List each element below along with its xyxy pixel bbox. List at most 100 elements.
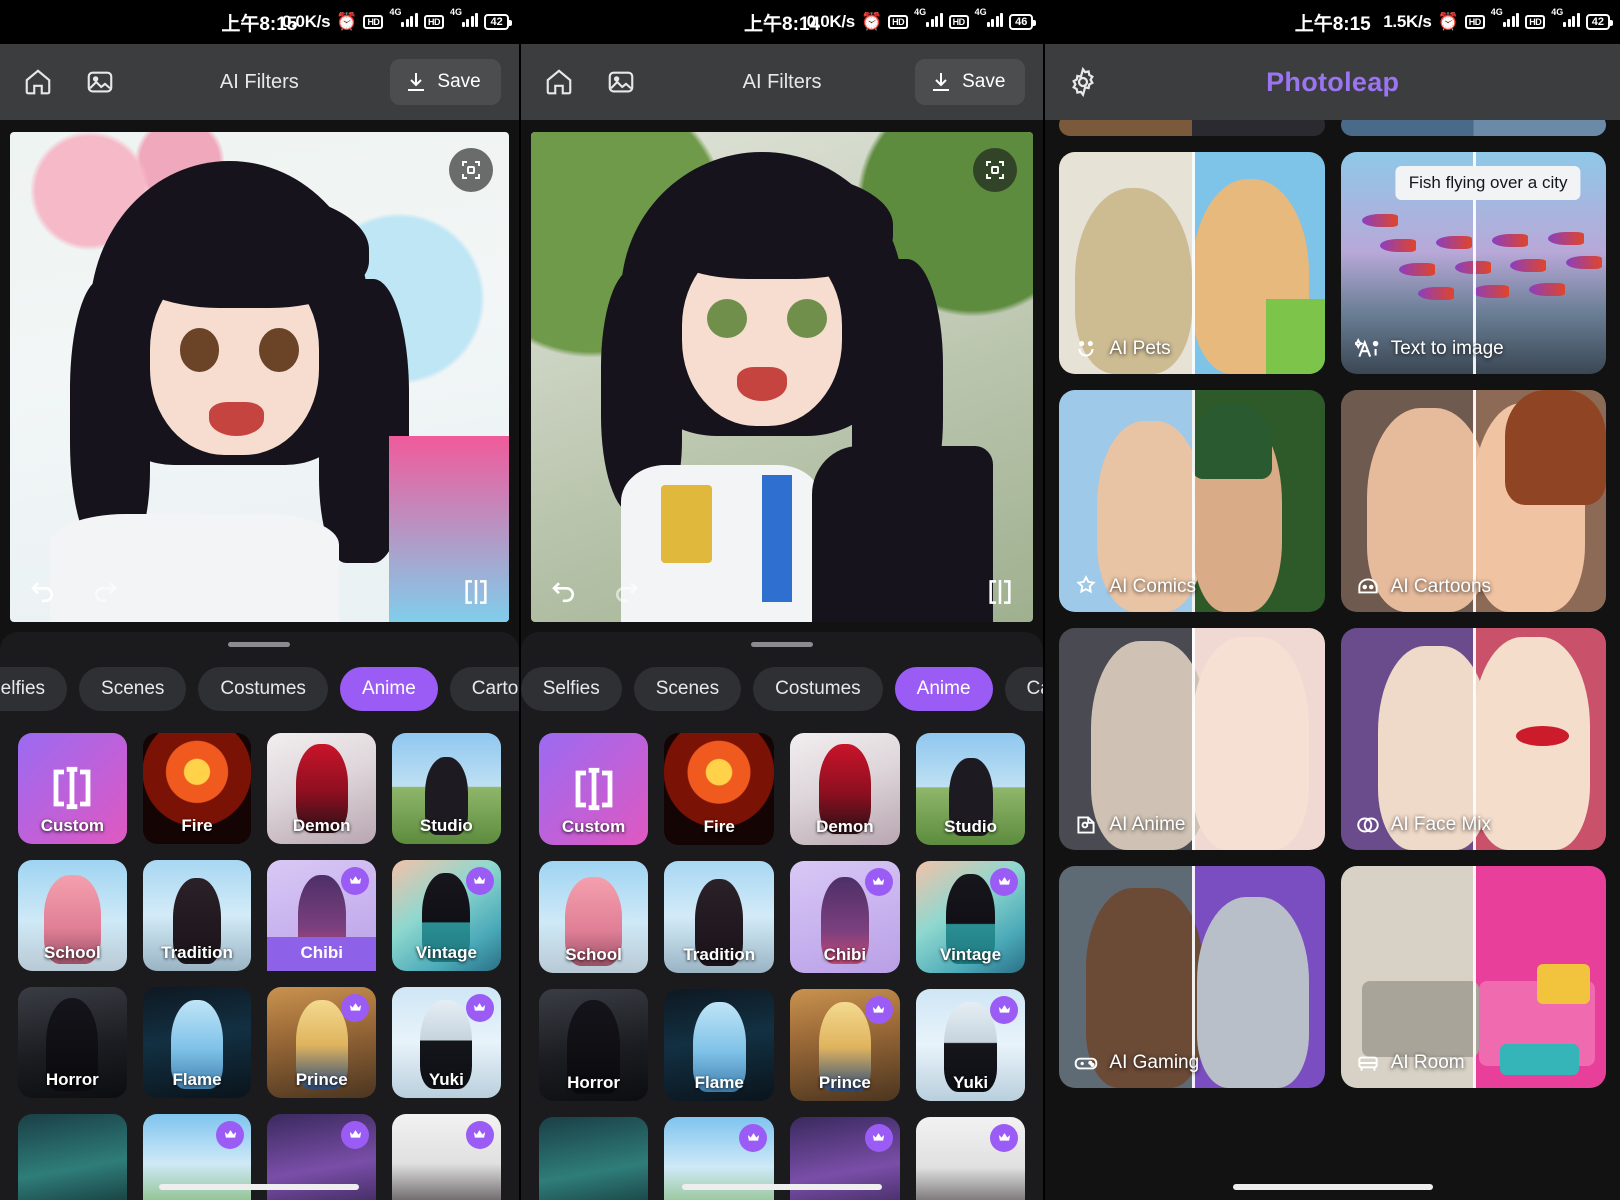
filter-grid-2: Custom Fire Demon Studio School Tradition Chib… — [521, 711, 1044, 1101]
filter-tile-demon[interactable]: Demon — [790, 733, 900, 845]
home-card-ai-comics[interactable]: AI Comics — [1059, 390, 1325, 612]
save-button-label-2: Save — [962, 71, 1006, 92]
photo-canvas-2[interactable] — [530, 132, 1034, 622]
filter-tile-studio[interactable]: Studio — [392, 733, 501, 844]
filter-tile-label: School — [565, 944, 622, 964]
filter-tile-chibi[interactable]: Chibi — [790, 860, 900, 973]
filter-tile-school[interactable]: School — [18, 859, 127, 971]
card-peek-2[interactable] — [1340, 120, 1606, 136]
image-icon-2[interactable] — [601, 62, 641, 102]
home-card-ai-face-mix[interactable]: AI Face Mix — [1340, 628, 1606, 850]
network-speed-3: 1.5K/s — [1383, 12, 1432, 31]
filter-tile-chibi[interactable]: Chibi — [267, 859, 377, 971]
category-tabs-2: Selfies Scenes Costumes Anime Cartoons — [520, 647, 1044, 711]
image-icon[interactable] — [80, 62, 120, 102]
signal-icon-3 — [926, 12, 943, 27]
filter-tile[interactable] — [538, 1116, 649, 1200]
home-card-text-to-image[interactable]: Fish flying over a city Text to image — [1340, 152, 1606, 374]
filter-tile-tradition[interactable]: Tradition — [142, 859, 252, 971]
category-tab-selfies[interactable]: Selfies — [520, 667, 622, 711]
filter-tile-vintage[interactable]: Vintage — [915, 860, 1026, 973]
category-tab-costumes[interactable]: Costumes — [198, 667, 328, 711]
home-card-label-row: AI Room — [1355, 1050, 1465, 1076]
filter-tile-yuki[interactable]: Yuki — [392, 986, 501, 1098]
home-card-ai-room[interactable]: AI Room — [1340, 866, 1606, 1088]
category-tabs-1: Selfies Scenes Costumes Anime Cartoons — [0, 647, 519, 711]
text-to-image-icon — [1354, 336, 1381, 362]
category-tab-anime[interactable]: Anime — [894, 667, 993, 711]
filter-tile[interactable] — [915, 1116, 1026, 1200]
filter-tile-label: Demon — [816, 816, 874, 836]
filter-tile-custom[interactable]: Custom — [538, 733, 649, 845]
filter-tile[interactable] — [392, 1113, 501, 1200]
card-peek-1[interactable] — [1059, 120, 1325, 136]
premium-crown-icon — [465, 1120, 494, 1149]
expand-icon[interactable] — [448, 148, 493, 192]
canvas-controls-2 — [531, 562, 1034, 622]
undo-icon[interactable] — [26, 575, 60, 609]
category-tab-scenes[interactable]: Scenes — [633, 667, 742, 711]
filter-tile-horror[interactable]: Horror — [538, 988, 649, 1101]
category-tab-cartoons[interactable]: Cartoons — [449, 667, 519, 711]
signal-icon-4 — [986, 12, 1004, 27]
filter-tile-label: Chibi — [823, 944, 867, 964]
save-button[interactable]: Save — [390, 59, 501, 105]
alarm-icon: ⏰ — [336, 12, 358, 31]
filter-tile-prince[interactable]: Prince — [267, 986, 377, 1098]
filter-tile-custom[interactable]: Custom — [18, 733, 127, 844]
filter-tile-label: Custom — [561, 816, 626, 836]
compare-icon-2[interactable] — [983, 575, 1017, 609]
filter-tile-label: Flame — [694, 1072, 744, 1092]
filter-tile-school[interactable]: School — [538, 860, 649, 973]
filter-tile-label: Fire — [181, 815, 213, 835]
premium-crown-icon — [216, 1120, 245, 1149]
home-card-label: AI Room — [1390, 1052, 1465, 1073]
filter-tile-flame[interactable]: Flame — [664, 988, 775, 1101]
category-tab-scenes[interactable]: Scenes — [79, 667, 187, 711]
filter-tile-flame[interactable]: Flame — [142, 986, 252, 1098]
home-card-ai-pets[interactable]: AI Pets — [1059, 152, 1325, 374]
category-tab-cartoons[interactable]: Cartoons — [1004, 667, 1044, 711]
hd-icon-4: HD — [948, 15, 969, 29]
status-bar-2: 上午8:14 0.0K/s ⏰ HD 4G HD 4G 46 — [520, 0, 1044, 44]
hd-icon-1: HD — [363, 15, 384, 29]
network-type-3: 4G — [914, 7, 927, 17]
save-button-2[interactable]: Save — [915, 59, 1026, 105]
filter-tile-demon[interactable]: Demon — [267, 733, 377, 844]
home-icon[interactable] — [18, 62, 58, 102]
home-card-ai-anime[interactable]: AI Anime — [1059, 628, 1325, 850]
network-type-6: 4G — [1551, 7, 1564, 17]
category-tab-label: Cartoons — [471, 678, 519, 699]
redo-icon-2[interactable] — [609, 575, 643, 609]
filter-tile-vintage[interactable]: Vintage — [392, 859, 501, 971]
photo-canvas-1[interactable] — [10, 132, 509, 622]
filter-tile-studio[interactable]: Studio — [915, 733, 1026, 845]
compare-icon[interactable] — [459, 575, 493, 609]
category-tab-label: Anime — [361, 678, 416, 699]
editor-toolbar-1: AI Filters Save — [0, 44, 519, 120]
home-card-ai-gaming[interactable]: AI Gaming — [1059, 866, 1325, 1088]
gear-icon[interactable] — [1063, 62, 1103, 102]
filter-tile-yuki[interactable]: Yuki — [915, 988, 1026, 1101]
home-feed[interactable]: AI Pets Fish flying over a city Text to im… — [1045, 120, 1620, 1200]
category-tab-anime[interactable]: Anime — [339, 667, 438, 711]
battery-indicator: 42 — [484, 14, 513, 30]
filter-tile-fire[interactable]: Fire — [664, 733, 775, 845]
home-card-ai-cartoons[interactable]: AI Cartoons — [1340, 390, 1606, 612]
home-peek-row — [1059, 120, 1606, 136]
filter-tile-prince[interactable]: Prince — [790, 988, 900, 1101]
filter-tile-tradition[interactable]: Tradition — [664, 860, 775, 973]
signal-icon-2 — [461, 12, 479, 27]
home-card-label: AI Comics — [1109, 576, 1196, 597]
filter-tile-horror[interactable]: Horror — [18, 986, 127, 1098]
category-tab-selfies[interactable]: Selfies — [0, 667, 68, 711]
filters-sheet-2: Selfies Scenes Costumes Anime Cartoons Custo… — [520, 632, 1044, 1200]
home-icon-2[interactable] — [539, 62, 579, 102]
category-tab-costumes[interactable]: Costumes — [753, 667, 883, 711]
undo-icon-2[interactable] — [547, 575, 581, 609]
redo-icon[interactable] — [88, 575, 122, 609]
filter-tile-fire[interactable]: Fire — [142, 733, 252, 844]
status-bar: 上午8:15 0.0K/s ⏰ HD 4G HD 4G 42 — [0, 0, 519, 44]
filter-tile[interactable] — [18, 1113, 127, 1200]
cartoons-icon — [1355, 574, 1381, 600]
